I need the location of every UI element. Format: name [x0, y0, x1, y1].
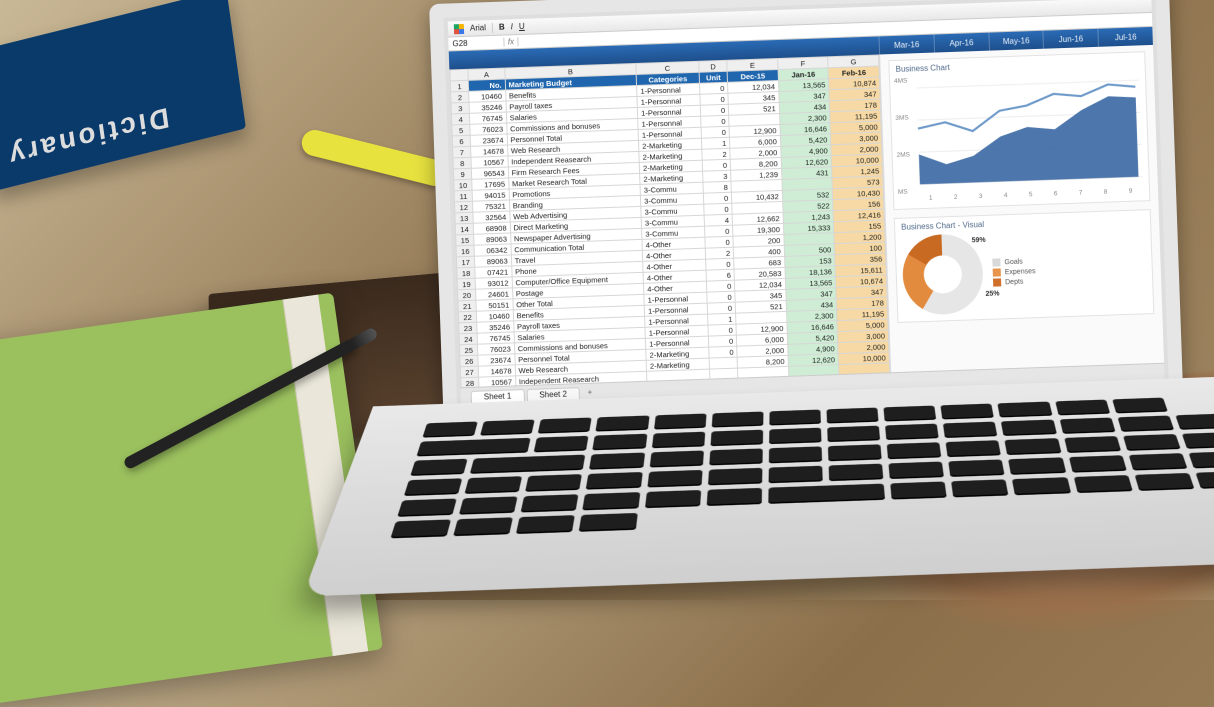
keyboard-key[interactable] [1012, 477, 1070, 495]
keyboard-key[interactable] [998, 402, 1052, 418]
keyboard-key[interactable] [470, 455, 586, 474]
keyboard-key[interactable] [416, 438, 531, 457]
keyboard-key[interactable] [946, 440, 1001, 457]
keyboard-key[interactable] [885, 424, 939, 440]
keyboard-key[interactable] [516, 515, 575, 534]
add-sheet-button[interactable]: + [582, 388, 598, 398]
keyboard-key[interactable] [706, 488, 762, 506]
keyboard-key[interactable] [828, 444, 882, 461]
keyboard-key[interactable] [459, 496, 518, 514]
app-logo-icon [454, 23, 464, 33]
keyboard-key[interactable] [829, 464, 884, 482]
dictionary-book: Dictionary [0, 0, 246, 191]
pie-chart[interactable]: Business Chart - Visual 59% 25% Goals Ex… [894, 209, 1155, 323]
keyboard-key[interactable] [422, 421, 478, 437]
keyboard-key[interactable] [579, 513, 637, 532]
keyboard-key[interactable] [589, 453, 644, 470]
font-name-selector[interactable]: Arial [470, 23, 486, 33]
pie-legend: Goals Expenses Depts [992, 255, 1036, 288]
keyboard-key[interactable] [390, 519, 451, 538]
keyboard-key[interactable] [649, 450, 703, 467]
keyboard-key[interactable] [1112, 398, 1168, 414]
keyboard-key[interactable] [1005, 438, 1061, 455]
keyboard-key[interactable] [827, 426, 880, 442]
keyboard-key[interactable] [593, 434, 647, 451]
italic-button[interactable]: I [511, 22, 514, 31]
timeline-month[interactable]: Jul-16 [1098, 27, 1153, 47]
keyboard-key[interactable] [525, 474, 582, 492]
pie-callout-1: 59% [972, 237, 986, 244]
timeline-month[interactable]: Jun-16 [1043, 29, 1098, 49]
keyboard-key[interactable] [1195, 471, 1214, 489]
keyboard-key[interactable] [768, 484, 885, 504]
keyboard-key[interactable] [768, 466, 822, 484]
spreadsheet-grid[interactable]: A B C D E F G 1 No. Market [449, 54, 890, 387]
keyboard-key[interactable] [1134, 473, 1194, 491]
line-chart-svg [896, 69, 1143, 195]
bold-button[interactable]: B [499, 23, 505, 32]
pie-graphic [901, 233, 984, 316]
timeline-month[interactable]: Apr-16 [933, 33, 988, 53]
keyboard-key[interactable] [951, 479, 1008, 497]
timeline-month[interactable]: May-16 [988, 31, 1043, 51]
fx-icon[interactable]: fx [504, 37, 518, 46]
keyboard-key[interactable] [647, 470, 702, 488]
keyboard-key[interactable] [1182, 432, 1214, 449]
keyboard-key[interactable] [890, 481, 947, 499]
keyboard-key[interactable] [651, 432, 705, 449]
keyboard-key[interactable] [453, 517, 513, 536]
keyboard-key[interactable] [397, 499, 457, 517]
keyboard-key[interactable] [709, 448, 763, 465]
keyboard-key[interactable] [889, 462, 945, 480]
keyboard-key[interactable] [711, 412, 763, 428]
keyboard[interactable] [391, 396, 1214, 537]
keyboard-key[interactable] [404, 478, 463, 496]
keyboard-key[interactable] [941, 404, 995, 420]
keyboard-key[interactable] [1055, 400, 1110, 416]
keyboard-key[interactable] [596, 416, 649, 432]
keyboard-key[interactable] [1001, 420, 1056, 436]
keyboard-key[interactable] [769, 446, 822, 463]
timeline-month[interactable]: Mar-16 [878, 35, 933, 55]
keyboard-key[interactable] [583, 492, 640, 510]
keyboard-key[interactable] [465, 476, 523, 494]
keyboard-key[interactable] [949, 459, 1005, 476]
name-box[interactable]: G28 [448, 38, 504, 49]
keyboard-key[interactable] [1059, 418, 1115, 434]
keyboard-key[interactable] [887, 442, 942, 459]
pie-callout-2: 25% [985, 290, 999, 297]
laptop-screen: Arial B I U G28 fx Mar-16 Apr-16 May-16 … [448, 0, 1165, 405]
keyboard-key[interactable] [884, 406, 937, 422]
keyboard-key[interactable] [538, 418, 592, 434]
keyboard-key[interactable] [1068, 455, 1126, 472]
keyboard-key[interactable] [586, 472, 642, 490]
keyboard-key[interactable] [1117, 415, 1174, 431]
keyboard-key[interactable] [769, 410, 821, 426]
charts-panel: Business Chart 4MS 3MS 2MS MS [879, 45, 1164, 372]
keyboard-key[interactable] [1008, 457, 1065, 474]
spreadsheet-app: Arial B I U G28 fx Mar-16 Apr-16 May-16 … [448, 0, 1165, 405]
keyboard-key[interactable] [943, 422, 998, 438]
keyboard-key[interactable] [708, 468, 763, 486]
laptop-deck [303, 375, 1214, 597]
keyboard-key[interactable] [769, 428, 821, 444]
keyboard-key[interactable] [534, 436, 589, 453]
keyboard-key[interactable] [1188, 451, 1214, 468]
underline-button[interactable]: U [519, 22, 525, 31]
line-chart[interactable]: Business Chart 4MS 3MS 2MS MS [888, 51, 1150, 210]
keyboard-key[interactable] [826, 408, 878, 424]
keyboard-key[interactable] [1064, 436, 1121, 453]
keyboard-key[interactable] [710, 430, 763, 447]
laptop: Arial B I U G28 fx Mar-16 Apr-16 May-16 … [418, 0, 1214, 674]
keyboard-key[interactable] [521, 494, 579, 512]
keyboard-key[interactable] [1123, 434, 1181, 451]
keyboard-key[interactable] [645, 490, 701, 508]
keyboard-key[interactable] [654, 414, 707, 430]
keyboard-key[interactable] [480, 419, 535, 435]
keyboard-key[interactable] [1073, 475, 1132, 493]
keyboard-key[interactable] [1175, 413, 1214, 429]
keyboard-key[interactable] [410, 459, 468, 476]
keyboard-key[interactable] [1128, 453, 1187, 470]
